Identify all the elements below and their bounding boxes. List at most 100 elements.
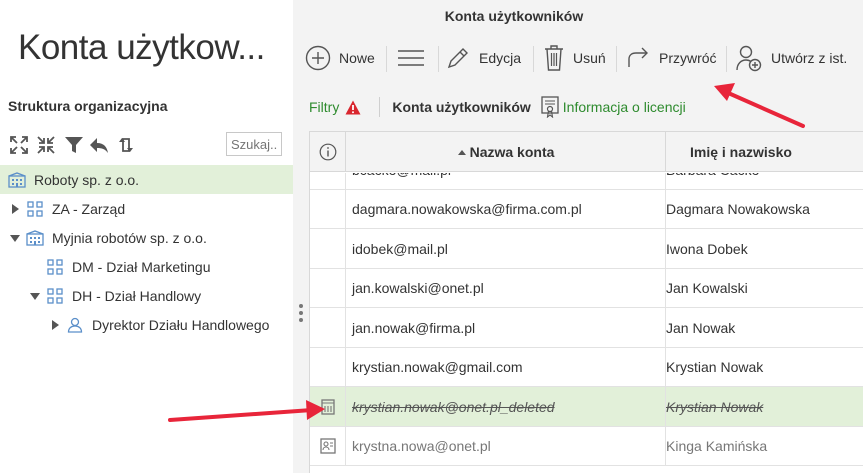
full-name-cell: Barbara Cacko bbox=[666, 173, 863, 190]
current-view-label: Konta użytkowników bbox=[392, 99, 531, 115]
table-row[interactable]: krystian.nowak@gmail.com Krystian Nowak bbox=[310, 347, 863, 388]
filters-link[interactable]: Filtry bbox=[309, 99, 361, 115]
full-name-cell: Jan Kowalski bbox=[666, 269, 863, 309]
toolbar-divider bbox=[386, 46, 387, 72]
account-name-column-label: Nazwa konta bbox=[469, 144, 555, 160]
full-name-cell: Krystian Nowak bbox=[666, 387, 863, 427]
table-row[interactable]: jan.kowalski@onet.pl Jan Kowalski bbox=[310, 268, 863, 309]
full-name-column-label: Imię i nazwisko bbox=[690, 144, 792, 160]
deleted-account-icon bbox=[310, 387, 346, 427]
account-name-cell: krystian.nowak@onet.pl_deleted bbox=[346, 387, 666, 427]
account-name-cell: bcacko@mail.pl bbox=[346, 173, 666, 190]
restore-button[interactable]: Przywróć bbox=[625, 40, 717, 76]
tree-search-input[interactable] bbox=[226, 132, 282, 156]
building-icon bbox=[26, 229, 44, 246]
account-card-icon bbox=[310, 426, 346, 466]
account-name-cell: idobek@mail.pl bbox=[346, 229, 666, 269]
app-title: Konta użytkow... bbox=[18, 28, 265, 67]
tree-node[interactable]: Dyrektor Działu Handlowego bbox=[0, 310, 293, 339]
new-button[interactable]: Nowe bbox=[305, 40, 375, 76]
collapse-all-icon[interactable] bbox=[35, 134, 57, 156]
pencil-icon bbox=[447, 48, 468, 69]
org-unit-icon bbox=[26, 200, 44, 217]
tree-node[interactable]: ZA - Zarząd bbox=[0, 194, 293, 223]
tree-toolbar bbox=[8, 132, 293, 158]
refresh-icon[interactable] bbox=[115, 134, 137, 156]
person-icon bbox=[66, 317, 84, 333]
table-row[interactable]: dagmara.nowakowska@firma.com.pl Dagmara N… bbox=[310, 189, 863, 230]
accounts-grid: Nazwa konta Imię i nazwisko bcacko@mail.… bbox=[309, 131, 863, 473]
tree-node-label: DH - Dział Handlowy bbox=[72, 287, 202, 304]
account-name-cell: krystna.nowa@onet.pl bbox=[346, 426, 666, 466]
table-row[interactable]: jan.nowak@firma.pl Jan Nowak bbox=[310, 308, 863, 348]
org-unit-icon bbox=[46, 258, 64, 275]
create-from-existing-button[interactable]: Utwórz z ist. bbox=[735, 40, 847, 76]
collapsed-arrow-icon[interactable] bbox=[8, 202, 22, 216]
subbar-divider bbox=[379, 97, 381, 117]
redo-arrow-icon bbox=[628, 47, 648, 67]
info-column-header[interactable] bbox=[310, 132, 346, 172]
tree-node[interactable]: Roboty sp. z o.o. bbox=[0, 165, 293, 194]
full-name-cell: Jan Nowak bbox=[666, 308, 863, 348]
org-structure-label: Struktura organizacyjna bbox=[8, 98, 168, 114]
account-name-cell: jan.nowak@firma.pl bbox=[346, 308, 666, 348]
toolbar-divider bbox=[533, 46, 534, 72]
license-info-label: Informacja o licencji bbox=[562, 99, 686, 115]
tree-node-label: Roboty sp. z o.o. bbox=[34, 171, 140, 188]
sort-ascending-icon bbox=[457, 150, 466, 155]
full-name-cell: Kinga Kamińska bbox=[666, 427, 863, 467]
account-name-column-header[interactable]: Nazwa konta bbox=[346, 132, 666, 172]
edit-button[interactable]: Edycja bbox=[445, 40, 521, 76]
plus-circle-icon bbox=[305, 45, 331, 71]
expanded-arrow-icon[interactable] bbox=[28, 289, 42, 303]
trash-icon bbox=[545, 45, 563, 71]
restore-button-label: Przywróć bbox=[659, 50, 717, 66]
license-info-link[interactable]: Informacja o licencji bbox=[541, 96, 686, 118]
info-icon bbox=[319, 143, 336, 161]
create-from-existing-label: Utwórz z ist. bbox=[771, 50, 848, 66]
filter-icon[interactable] bbox=[63, 134, 85, 156]
full-name-cell: Iwona Dobek bbox=[666, 229, 863, 269]
toolbar-divider bbox=[726, 46, 727, 72]
certificate-icon bbox=[541, 96, 559, 118]
delete-button-label: Usuń bbox=[573, 50, 606, 66]
tree-node-label: Dyrektor Działu Handlowego bbox=[92, 316, 270, 333]
org-unit-icon bbox=[46, 287, 64, 304]
splitter-grip-icon[interactable] bbox=[299, 304, 303, 325]
sub-toolbar: Filtry Konta użytkowników Informacja o l… bbox=[309, 94, 863, 120]
table-row[interactable]: idobek@mail.pl Iwona Dobek bbox=[310, 229, 863, 269]
menu-button[interactable] bbox=[396, 40, 434, 76]
table-row[interactable]: krystian.nowak@onet.pl_deleted Krystian N… bbox=[310, 387, 863, 427]
back-icon[interactable] bbox=[88, 134, 110, 156]
grid-body: bcacko@mail.plBarbara Cackodagmara.nowak… bbox=[310, 173, 863, 473]
account-name-cell: dagmara.nowakowska@firma.com.pl bbox=[346, 189, 666, 229]
toolbar-divider bbox=[616, 46, 617, 72]
row-status-cell bbox=[310, 308, 346, 348]
tree-node-label: Myjnia robotów sp. z o.o. bbox=[52, 229, 207, 246]
tree-node[interactable]: DM - Dział Marketingu bbox=[0, 252, 293, 281]
new-button-label: Nowe bbox=[339, 50, 375, 66]
row-status-cell bbox=[310, 229, 346, 269]
collapsed-arrow-icon[interactable] bbox=[48, 318, 62, 332]
full-name-cell: Krystian Nowak bbox=[666, 348, 863, 388]
hamburger-menu-icon bbox=[398, 50, 424, 66]
full-name-column-header[interactable]: Imię i nazwisko bbox=[666, 132, 863, 172]
filters-label: Filtry bbox=[309, 99, 340, 115]
delete-button[interactable]: Usuń bbox=[543, 40, 606, 76]
full-name-cell: Dagmara Nowakowska bbox=[666, 190, 863, 230]
expanded-arrow-icon[interactable] bbox=[8, 231, 22, 245]
table-row[interactable]: krystna.nowa@onet.pl Kinga Kamińska bbox=[310, 426, 863, 467]
tree-node[interactable]: DH - Dział Handlowy bbox=[0, 281, 293, 310]
row-status-cell bbox=[310, 189, 346, 229]
tree-node-label: DM - Dział Marketingu bbox=[72, 258, 211, 275]
row-status-cell bbox=[310, 268, 346, 308]
expand-all-icon[interactable] bbox=[8, 134, 30, 156]
main-toolbar: Nowe Edycja Usuń Przywróć Utwórz z ist. bbox=[297, 40, 863, 76]
org-structure-panel: Konta użytkow... Struktura organizacyjna… bbox=[0, 0, 293, 473]
accounts-panel: Konta użytkowników Nowe Edycja Usuń Przy… bbox=[305, 0, 863, 473]
table-row[interactable]: bcacko@mail.plBarbara Cacko bbox=[310, 173, 863, 190]
toolbar-divider bbox=[438, 46, 439, 72]
account-name-cell: jan.kowalski@onet.pl bbox=[346, 268, 666, 308]
tree-node[interactable]: Myjnia robotów sp. z o.o. bbox=[0, 223, 293, 252]
